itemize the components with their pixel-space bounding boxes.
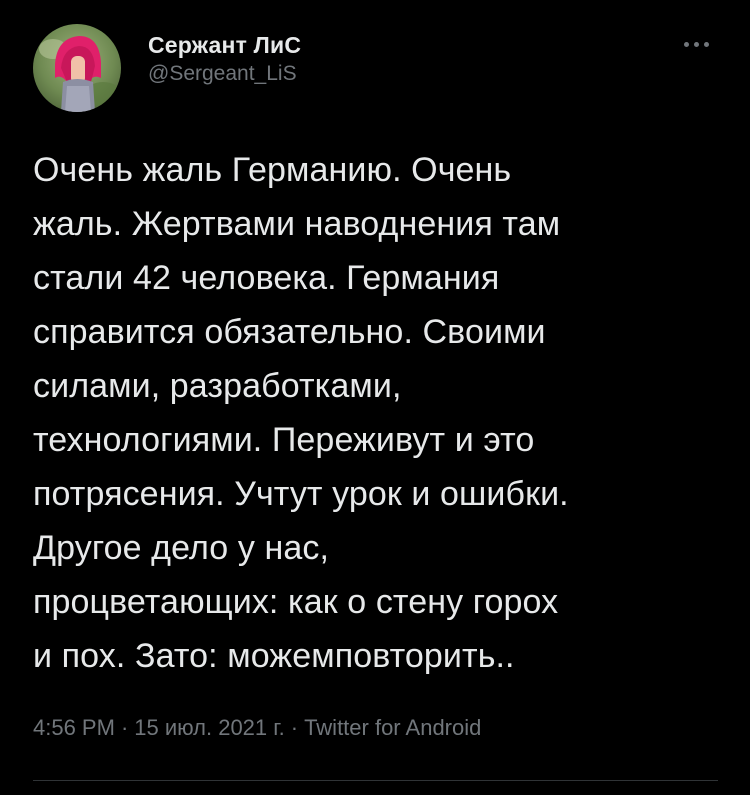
user-info[interactable]: Сержант ЛиС @Sergeant_LiS	[148, 31, 301, 88]
user-avatar[interactable]	[33, 24, 121, 112]
divider	[33, 780, 718, 781]
more-horizontal-icon	[693, 41, 699, 47]
meta-separator: ·	[120, 715, 129, 740]
more-button[interactable]	[676, 32, 716, 56]
meta-separator: ·	[290, 715, 299, 740]
more-horizontal-icon	[683, 41, 689, 47]
user-handle[interactable]: @Sergeant_LiS	[148, 60, 301, 88]
display-name[interactable]: Сержант ЛиС	[148, 31, 301, 59]
tweet-time[interactable]: 4:56 PM	[33, 715, 115, 740]
tweet: Сержант ЛиС @Sergeant_LiS Очень жаль Гер…	[0, 0, 750, 795]
more-horizontal-icon	[703, 41, 709, 47]
tweet-date[interactable]: 15 июл. 2021 г.	[134, 715, 284, 740]
tweet-meta: 4:56 PM · 15 июл. 2021 г. · Twitter for Andr…	[33, 713, 481, 743]
tweet-text: Очень жаль Германию. Очень жаль. Жертвам…	[33, 151, 569, 675]
avatar-image	[33, 24, 121, 112]
tweet-source[interactable]: Twitter for Android	[304, 715, 481, 740]
